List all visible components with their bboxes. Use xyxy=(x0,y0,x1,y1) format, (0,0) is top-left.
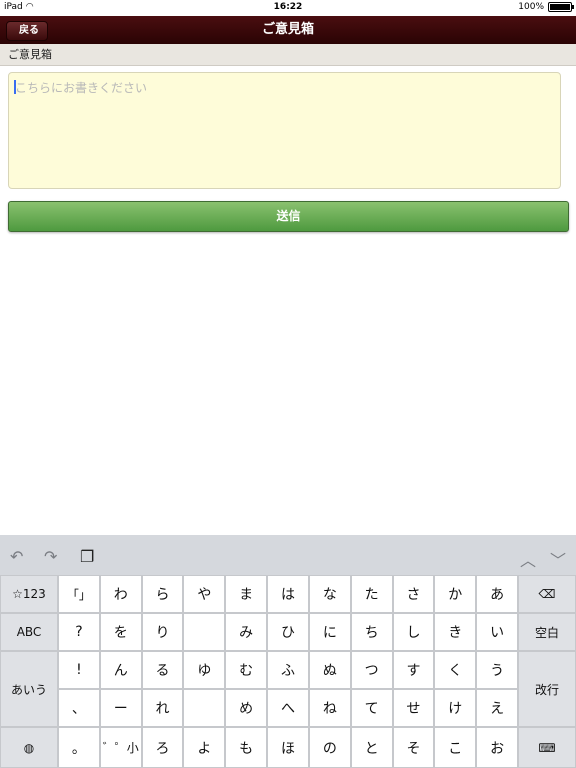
kana-key[interactable]: う xyxy=(476,651,518,689)
kana-key[interactable]: お xyxy=(476,727,518,768)
kana-key[interactable]: ひ xyxy=(267,613,309,651)
backspace-key[interactable]: ⌫ xyxy=(518,575,576,613)
kana-key[interactable]: ん xyxy=(99,651,142,689)
kana-key[interactable]: 「」 xyxy=(58,575,100,613)
kana-key[interactable]: な xyxy=(308,575,351,613)
kana-key[interactable]: き xyxy=(434,613,477,651)
paste-icon[interactable]: ❐ xyxy=(80,547,94,566)
globe-key[interactable]: ◍ xyxy=(0,727,58,768)
numbers-key[interactable]: ☆123 xyxy=(0,575,58,613)
status-bar: iPad ◠ 16:22 100% xyxy=(0,0,576,16)
undo-icon[interactable]: ↶ xyxy=(10,547,23,566)
kana-key[interactable]: ! xyxy=(58,651,100,689)
clock: 16:22 xyxy=(273,2,303,12)
kana-key[interactable]: い xyxy=(476,613,518,651)
enter-key[interactable]: 改行 xyxy=(518,651,576,727)
kana-key[interactable]: く xyxy=(434,651,477,689)
hide-keyboard-key[interactable]: ⌨ xyxy=(518,727,576,768)
kana-key[interactable]: そ xyxy=(392,727,435,768)
send-button[interactable]: 送信 xyxy=(8,201,569,232)
kana-key[interactable]: ま xyxy=(225,575,268,613)
kana-key[interactable]: ろ xyxy=(141,727,184,768)
kana-key[interactable]: る xyxy=(141,651,184,689)
kana-key[interactable]: み xyxy=(225,613,268,651)
kana-key[interactable]: た xyxy=(350,575,393,613)
redo-icon[interactable]: ↷ xyxy=(44,547,57,566)
kana-key[interactable]: よ xyxy=(183,727,226,768)
kana-key[interactable]: ね xyxy=(308,689,351,727)
kana-key[interactable]: ー xyxy=(99,689,142,727)
kana-key[interactable]: あ xyxy=(476,575,518,613)
kana-key[interactable]: け xyxy=(434,689,477,727)
feedback-textarea[interactable]: こちらにお書きください xyxy=(8,72,561,189)
kana-key[interactable]: ? xyxy=(58,613,100,651)
kana-key[interactable]: を xyxy=(99,613,142,651)
kana-key[interactable]: え xyxy=(476,689,518,727)
kana-key[interactable]: も xyxy=(225,727,268,768)
kana-key[interactable]: し xyxy=(392,613,435,651)
backspace-icon: ⌫ xyxy=(538,587,556,601)
chevron-up-icon[interactable]: ︿ xyxy=(520,547,536,571)
section-header: ご意見箱 xyxy=(0,44,576,66)
kana-key[interactable]: や xyxy=(183,575,226,613)
kana-key[interactable]: む xyxy=(225,651,268,689)
kana-key[interactable]: ゛゜小 xyxy=(99,727,142,768)
keyboard-icon: ⌨ xyxy=(538,740,556,755)
kana-key[interactable]: て xyxy=(350,689,393,727)
kana-key[interactable]: ほ xyxy=(267,727,309,768)
kana-key[interactable]: に xyxy=(308,613,351,651)
kana-key[interactable]: の xyxy=(308,727,351,768)
space-key[interactable]: 空白 xyxy=(518,613,576,651)
kana-key[interactable]: へ xyxy=(267,689,309,727)
kana-key[interactable]: は xyxy=(267,575,309,613)
battery-percent: 100% xyxy=(518,2,544,12)
kana-key[interactable]: ち xyxy=(350,613,393,651)
kana-key[interactable]: れ xyxy=(141,689,184,727)
kana-key[interactable]: と xyxy=(350,727,393,768)
keyboard: ↶ ↷ ❐ ︿ ﹀ ☆123 ABC あいう ◍ 「」?!、。 わをんー゛゜小 らり… xyxy=(0,535,576,768)
navigation-bar: 戻る ご意見箱 xyxy=(0,16,576,44)
kana-key[interactable]: つ xyxy=(350,651,393,689)
kana-key[interactable]: わ xyxy=(99,575,142,613)
kana-key[interactable] xyxy=(183,689,226,727)
kana-key[interactable]: さ xyxy=(392,575,435,613)
keyboard-toolbar: ↶ ↷ ❐ ︿ ﹀ xyxy=(0,535,576,575)
kana-key[interactable]: 。 xyxy=(58,727,100,768)
kana-key[interactable]: ら xyxy=(141,575,184,613)
kana-key[interactable]: ぬ xyxy=(308,651,351,689)
battery-icon xyxy=(548,2,574,12)
abc-key[interactable]: ABC xyxy=(0,613,58,651)
kana-key[interactable]: あいう xyxy=(0,651,58,727)
battery-fill xyxy=(550,4,570,10)
kana-key[interactable]: り xyxy=(141,613,184,651)
chevron-down-icon[interactable]: ﹀ xyxy=(550,547,566,571)
kana-key[interactable]: か xyxy=(434,575,477,613)
kana-key[interactable] xyxy=(183,613,226,651)
globe-icon: ◍ xyxy=(23,740,35,755)
kana-key[interactable]: こ xyxy=(434,727,477,768)
kana-key[interactable]: め xyxy=(225,689,268,727)
feedback-placeholder: こちらにお書きください xyxy=(15,81,148,95)
kana-key[interactable]: ゆ xyxy=(183,651,226,689)
page-title: ご意見箱 xyxy=(261,22,314,37)
kana-key[interactable]: す xyxy=(392,651,435,689)
kana-key[interactable]: 、 xyxy=(58,689,100,727)
kana-key[interactable]: せ xyxy=(392,689,435,727)
kana-key[interactable]: ふ xyxy=(267,651,309,689)
